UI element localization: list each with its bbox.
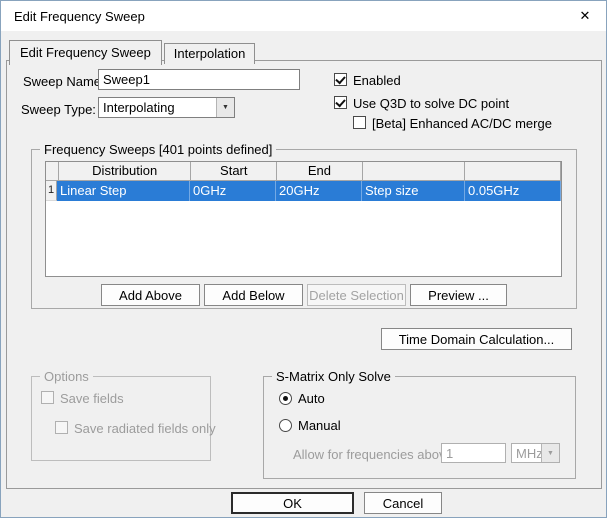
save-radiated-checkbox	[55, 421, 68, 434]
enabled-checkbox[interactable]	[334, 73, 347, 86]
beta-merge-label: [Beta] Enhanced AC/DC merge	[372, 116, 552, 131]
auto-label: Auto	[298, 391, 325, 406]
preview-button[interactable]: Preview ...	[410, 284, 507, 306]
table-header-row: Distribution Start End	[46, 162, 561, 181]
ok-button[interactable]: OK	[231, 492, 354, 514]
selected-row-cells[interactable]: Linear Step 0GHz 20GHz Step size 0.05GHz	[57, 181, 561, 201]
s-matrix-group-title: S-Matrix Only Solve	[272, 369, 395, 384]
sweep-type-label: Sweep Type:	[21, 102, 96, 117]
options-group-title: Options	[40, 369, 93, 384]
window-title: Edit Frequency Sweep	[14, 9, 145, 24]
manual-radio[interactable]	[279, 419, 292, 432]
sweep-name-input[interactable]	[98, 69, 300, 90]
frequency-sweeps-group-title: Frequency Sweeps [401 points defined]	[40, 142, 277, 157]
cell-step-label[interactable]: Step size	[362, 181, 465, 201]
sweep-type-dropdown[interactable]: Interpolating ▼	[98, 97, 235, 118]
frequency-sweeps-table: Distribution Start End 1 Linear Step 0GH…	[45, 161, 562, 277]
cell-distribution[interactable]: Linear Step	[57, 181, 190, 201]
sweep-name-label: Sweep Name:	[23, 74, 105, 89]
frequency-unit-value: MHz	[516, 446, 543, 461]
delete-selection-button: Delete Selection	[307, 284, 406, 306]
tab-interpolation[interactable]: Interpolation	[163, 43, 256, 64]
sweep-type-value: Interpolating	[103, 100, 175, 115]
time-domain-calculation-button[interactable]: Time Domain Calculation...	[381, 328, 572, 350]
save-fields-checkbox	[41, 391, 54, 404]
cancel-button[interactable]: Cancel	[364, 492, 442, 514]
close-icon[interactable]: ✕	[577, 8, 593, 24]
header-col5	[465, 162, 561, 181]
table-row[interactable]: 1 Linear Step 0GHz 20GHz Step size 0.05G…	[46, 181, 561, 201]
cell-end[interactable]: 20GHz	[276, 181, 362, 201]
chevron-down-icon[interactable]: ▼	[216, 98, 234, 117]
allow-frequencies-label: Allow for frequencies above	[293, 447, 453, 462]
edit-frequency-sweep-dialog: Edit Frequency Sweep ✕ Edit Frequency Sw…	[0, 0, 607, 518]
enabled-label: Enabled	[353, 73, 401, 88]
add-below-button[interactable]: Add Below	[204, 284, 303, 306]
frequency-value-input	[441, 443, 506, 463]
beta-merge-checkbox[interactable]	[353, 116, 366, 129]
header-distribution: Distribution	[58, 162, 192, 181]
titlebar: Edit Frequency Sweep ✕	[1, 1, 606, 31]
manual-label: Manual	[298, 418, 341, 433]
header-index	[46, 162, 59, 181]
add-above-button[interactable]: Add Above	[101, 284, 200, 306]
tabstrip: Edit Frequency Sweep Interpolation	[9, 40, 256, 65]
auto-radio[interactable]	[279, 392, 292, 405]
tab-edit-frequency-sweep[interactable]: Edit Frequency Sweep	[9, 40, 162, 65]
save-radiated-label: Save radiated fields only	[74, 421, 216, 436]
save-fields-label: Save fields	[60, 391, 124, 406]
frequency-unit-dropdown: MHz ▼	[511, 443, 560, 463]
use-q3d-checkbox[interactable]	[334, 96, 347, 109]
header-start: Start	[191, 162, 278, 181]
cell-start[interactable]: 0GHz	[190, 181, 276, 201]
header-col4	[362, 162, 466, 181]
cell-step-size[interactable]: 0.05GHz	[465, 181, 561, 201]
use-q3d-label: Use Q3D to solve DC point	[353, 96, 510, 111]
options-group: Options	[31, 369, 211, 461]
row-number: 1	[46, 181, 57, 201]
header-end: End	[277, 162, 363, 181]
chevron-down-icon: ▼	[541, 444, 559, 462]
